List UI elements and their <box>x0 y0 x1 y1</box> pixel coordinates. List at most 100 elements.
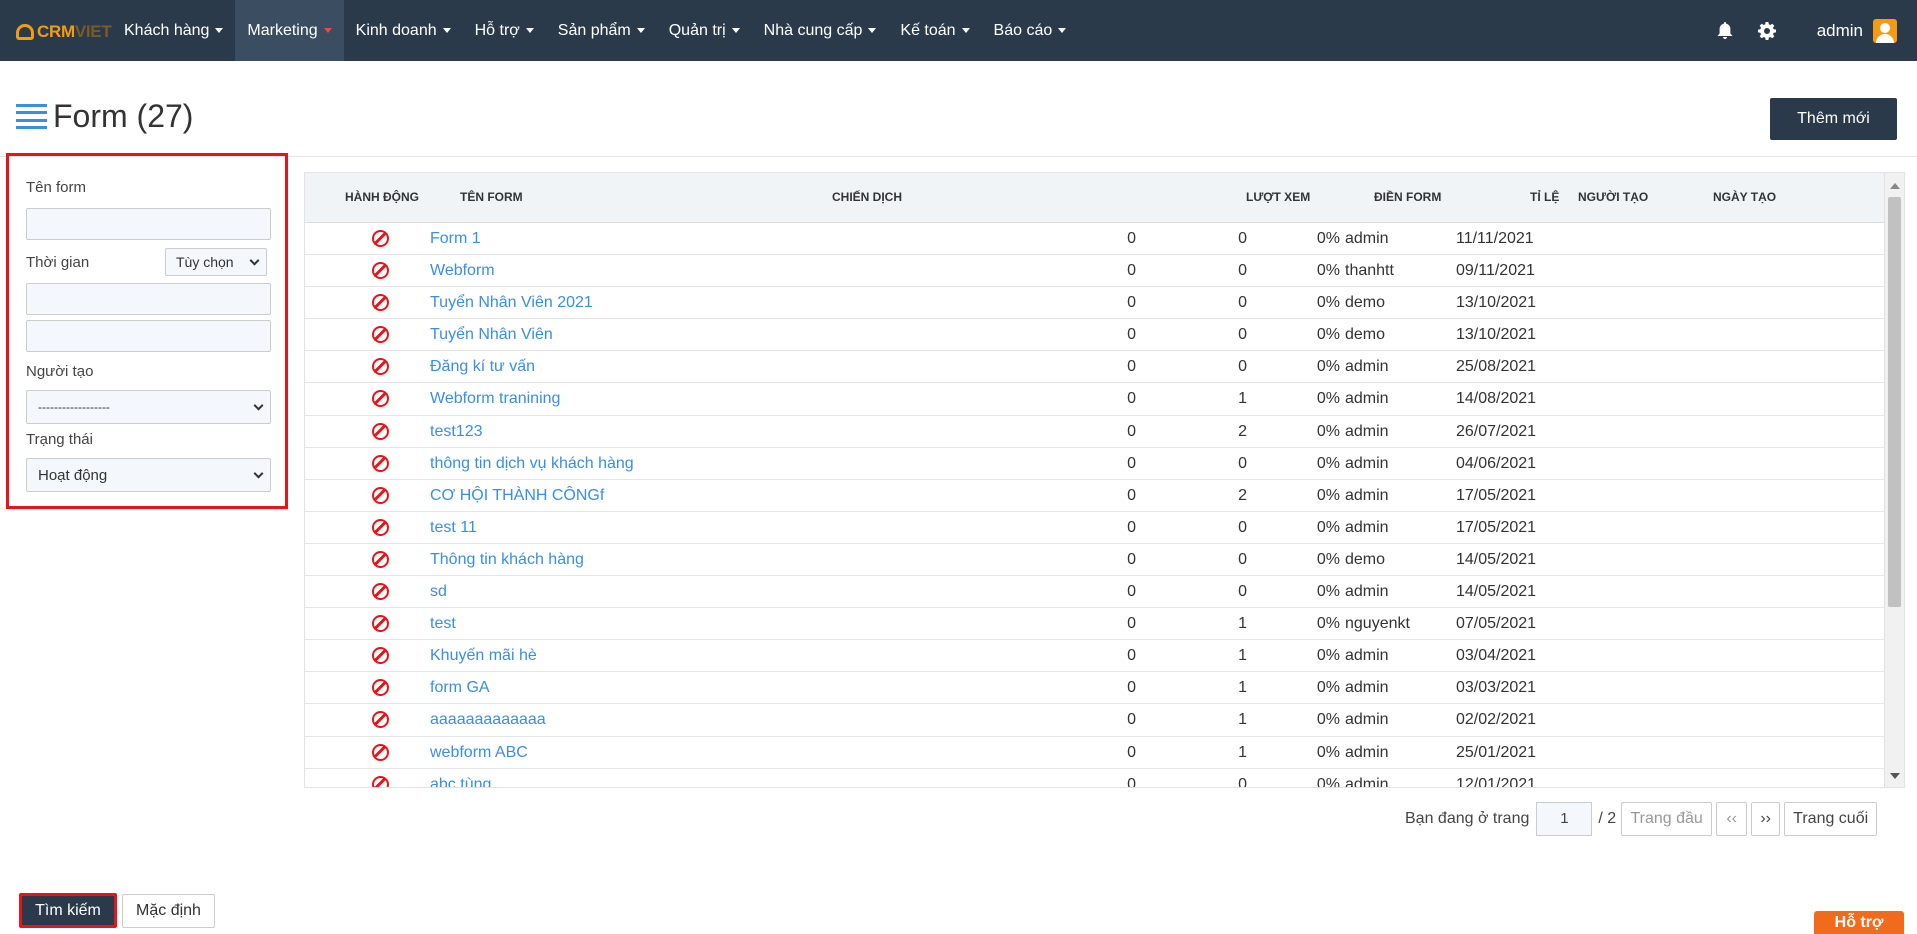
cell-form-name[interactable]: test <box>430 615 456 633</box>
table-scrollbar[interactable] <box>1884 173 1904 787</box>
cell-creator: admin <box>1345 743 1389 761</box>
nav-item-5[interactable]: Quản trị <box>657 0 752 61</box>
cell-form-name[interactable]: Tuyển Nhân Viên 2021 <box>430 294 593 312</box>
add-new-button[interactable]: Thêm mới <box>1770 98 1897 140</box>
deactivate-icon[interactable] <box>372 326 389 344</box>
table-row: Webform 0 0 0% thanhtt 09/11/2021 <box>305 255 1884 288</box>
nav-item-6[interactable]: Nhà cung cấp <box>752 0 889 61</box>
cell-form-name[interactable]: aaaaaaaaaaaaa <box>430 711 546 729</box>
user-name[interactable]: admin <box>1817 21 1863 41</box>
scroll-down-icon[interactable] <box>1890 773 1900 779</box>
cell-form-name[interactable]: Tuyển Nhân Viên <box>430 326 553 344</box>
date-from-input[interactable] <box>26 283 271 315</box>
deactivate-icon[interactable] <box>372 294 389 312</box>
deactivate-icon[interactable] <box>372 743 389 761</box>
deactivate-icon[interactable] <box>372 262 389 280</box>
table-row: Khuyến mãi hè 0 1 0% admin 03/04/2021 <box>305 640 1884 673</box>
cell-form-name[interactable]: CƠ HỘI THÀNH CÔNGf <box>430 487 604 505</box>
pagination-label: Bạn đang ở trang <box>1405 810 1530 827</box>
deactivate-icon[interactable] <box>372 583 389 601</box>
cell-form-name[interactable]: Thông tin khách hàng <box>430 551 584 569</box>
crmviet-logo[interactable]: CRM VIET <box>16 22 112 42</box>
chevron-down-icon <box>253 468 264 479</box>
time-select[interactable]: Tùy chọn <box>165 248 267 276</box>
creator-select[interactable]: ------------------ <box>26 390 271 424</box>
col-created[interactable]: NGÀY TẠO <box>1713 190 1776 204</box>
creator-select-value: ------------------ <box>38 400 110 414</box>
col-views[interactable]: LƯỢT XEM <box>1246 190 1310 204</box>
form-name-input[interactable] <box>26 208 271 240</box>
nav-item-7[interactable]: Kế toán <box>888 0 981 61</box>
deactivate-icon[interactable] <box>372 358 389 376</box>
cell-form-name[interactable]: abc tùng <box>430 776 491 787</box>
nav-item-label: Hỗ trợ <box>474 21 520 39</box>
table-row: sd 0 0 0% admin 14/05/2021 <box>305 576 1884 609</box>
deactivate-icon[interactable] <box>372 422 389 440</box>
cell-views: 0 <box>1127 358 1136 376</box>
cell-creator: nguyenkt <box>1345 615 1410 633</box>
cell-form-name[interactable]: form GA <box>430 679 490 697</box>
deactivate-icon[interactable] <box>372 615 389 633</box>
deactivate-icon[interactable] <box>372 679 389 697</box>
time-label: Thời gian <box>26 254 90 271</box>
cell-form-name[interactable]: thông tin dịch vụ khách hàng <box>430 455 634 473</box>
cell-creator: admin <box>1345 679 1389 697</box>
nav-item-4[interactable]: Sản phẩm <box>546 0 657 61</box>
deactivate-icon[interactable] <box>372 711 389 729</box>
col-rate[interactable]: TỈ LỆ <box>1530 190 1559 204</box>
cell-form-name[interactable]: test123 <box>430 423 482 441</box>
table-row: test123 0 2 0% admin 26/07/2021 <box>305 416 1884 448</box>
cell-created: 25/01/2021 <box>1456 743 1537 761</box>
deactivate-icon[interactable] <box>372 390 389 408</box>
deactivate-icon[interactable] <box>372 518 389 536</box>
deactivate-icon[interactable] <box>372 454 389 472</box>
deactivate-icon[interactable] <box>372 550 389 568</box>
reset-default-button[interactable]: Mặc định <box>122 894 215 928</box>
cell-views: 0 <box>1127 583 1136 601</box>
cell-form-name[interactable]: webform ABC <box>430 744 528 762</box>
first-page-button[interactable]: Trang đầu <box>1621 802 1713 836</box>
cell-filled: 0 <box>1238 454 1247 472</box>
cell-filled: 0 <box>1238 230 1247 247</box>
last-page-button[interactable]: Trang cuối <box>1784 802 1878 836</box>
cell-form-name[interactable]: test 11 <box>430 519 477 537</box>
nav-item-2[interactable]: Kinh doanh <box>344 0 463 61</box>
cell-form-name[interactable]: Khuyến mãi hè <box>430 647 537 665</box>
deactivate-icon[interactable] <box>372 647 389 665</box>
gear-icon[interactable] <box>1757 21 1777 41</box>
cell-form-name[interactable]: Webform tranining <box>430 390 560 408</box>
date-to-input[interactable] <box>26 320 271 352</box>
deactivate-icon[interactable] <box>372 486 389 504</box>
status-select[interactable]: Hoạt động <box>26 458 271 492</box>
nav-item-1[interactable]: Marketing <box>235 0 344 61</box>
col-filled[interactable]: ĐIỀN FORM <box>1374 190 1441 204</box>
bell-icon[interactable] <box>1715 21 1735 41</box>
next-page-button[interactable]: ›› <box>1751 802 1781 836</box>
cell-rate: 0% <box>1316 422 1340 440</box>
nav-item-label: Quản trị <box>668 21 726 39</box>
nav-item-0[interactable]: Khách hàng <box>112 0 235 61</box>
cell-form-name[interactable]: Đăng kí tư vấn <box>430 358 535 376</box>
help-tab[interactable]: Hỗ trợ <box>1814 911 1904 934</box>
deactivate-icon[interactable] <box>372 775 389 787</box>
prev-page-button[interactable]: ‹‹ <box>1716 802 1748 836</box>
nav-item-8[interactable]: Báo cáo <box>982 0 1079 61</box>
table-row: form GA 0 1 0% admin 03/03/2021 <box>305 672 1884 705</box>
nav-item-3[interactable]: Hỗ trợ <box>463 0 546 61</box>
cell-creator: demo <box>1345 326 1386 344</box>
col-campaign[interactable]: CHIẾN DỊCH <box>832 190 902 204</box>
search-button[interactable]: Tìm kiếm <box>19 893 117 928</box>
deactivate-icon[interactable] <box>372 230 389 247</box>
scroll-thumb[interactable] <box>1888 197 1901 607</box>
cell-form-name[interactable]: Form 1 <box>430 230 481 248</box>
cell-filled: 0 <box>1238 583 1247 601</box>
cell-form-name[interactable]: Webform <box>430 262 495 280</box>
table-row: Webform tranining 0 1 0% admin 14/08/2021 <box>305 383 1884 416</box>
scroll-up-icon[interactable] <box>1890 183 1900 189</box>
col-creator[interactable]: NGƯỜI TẠO <box>1578 190 1648 204</box>
cell-form-name[interactable]: sd <box>430 583 447 601</box>
col-form-name[interactable]: TÊN FORM <box>460 190 523 204</box>
page-number-input[interactable]: 1 <box>1536 802 1593 836</box>
cell-creator: admin <box>1345 390 1389 408</box>
avatar[interactable] <box>1873 18 1897 43</box>
